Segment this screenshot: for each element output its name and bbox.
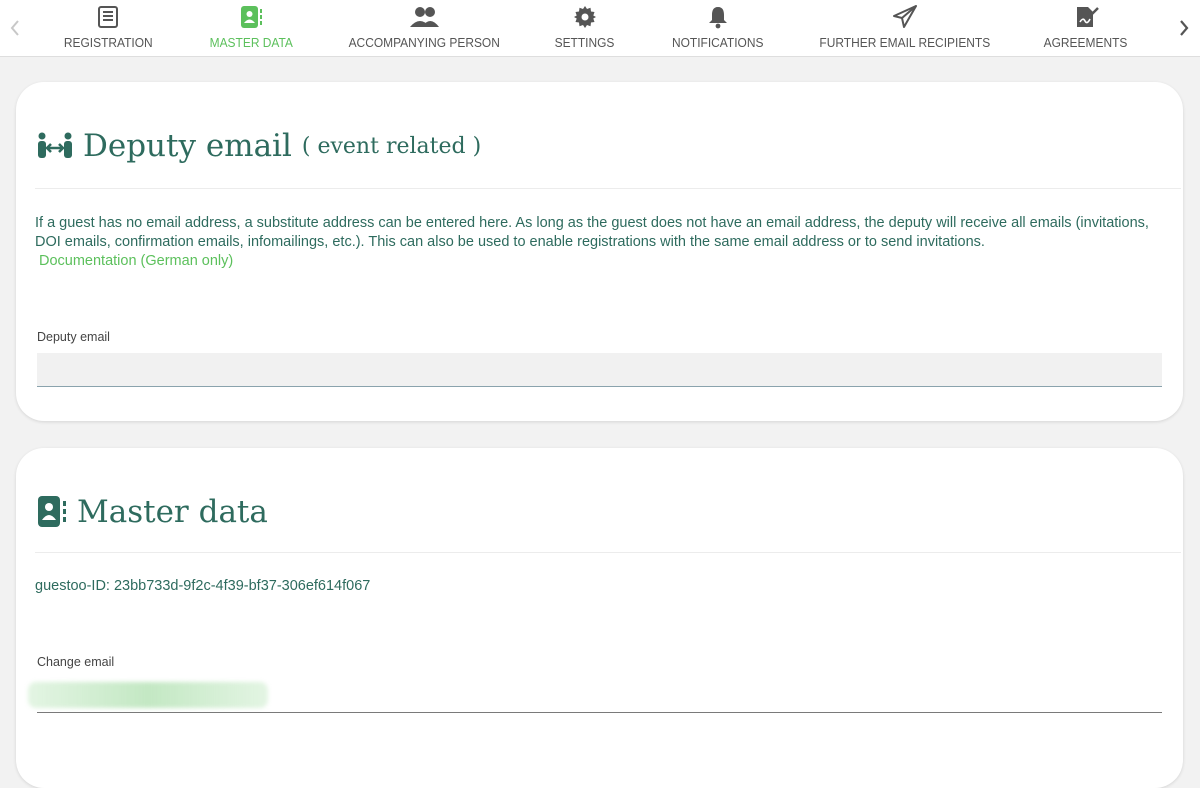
paper-plane-icon xyxy=(892,4,918,30)
change-email-underline xyxy=(37,712,1162,713)
deputy-description-text: If a guest has no email address, a subst… xyxy=(35,215,1149,250)
bell-icon xyxy=(705,4,731,30)
signature-icon xyxy=(1073,4,1099,30)
chevron-right-icon xyxy=(1180,20,1189,36)
deputy-email-card: Deputy email ( event related ) If a gues… xyxy=(16,82,1183,421)
master-data-card-icon xyxy=(38,496,66,527)
master-divider xyxy=(35,552,1181,553)
users-icon xyxy=(408,4,440,30)
tab-registration[interactable]: REGISTRATION xyxy=(60,0,156,56)
tab-notifications[interactable]: NOTIFICATIONS xyxy=(662,0,774,56)
deputy-exchange-icon xyxy=(38,132,72,158)
registration-icon xyxy=(95,4,121,30)
tab-accompanying-person-label: ACCOMPANYING PERSON xyxy=(348,35,500,50)
tab-agreements[interactable]: AGREEMENTS xyxy=(1038,0,1134,56)
tab-master-data[interactable]: MASTER DATA xyxy=(203,0,299,56)
deputy-email-label: Deputy email xyxy=(37,330,110,344)
nav-scroll-left-button[interactable] xyxy=(5,14,25,42)
chevron-left-icon xyxy=(10,20,19,36)
deputy-email-heading: Deputy email ( event related ) xyxy=(36,128,481,164)
master-data-card: Master data guestoo-ID: 23bb733d-9f2c-4f3… xyxy=(16,448,1183,788)
deputy-divider xyxy=(35,188,1181,189)
deputy-email-input[interactable] xyxy=(37,353,1162,387)
deputy-email-subtitle: ( event related ) xyxy=(301,133,482,159)
tab-master-data-label: MASTER DATA xyxy=(209,35,293,50)
change-email-label: Change email xyxy=(37,655,115,669)
tab-accompanying-person[interactable]: ACCOMPANYING PERSON xyxy=(340,0,508,56)
deputy-description: If a guest has no email address, a subst… xyxy=(35,214,1155,271)
guest-id-label: guestoo-ID: xyxy=(35,578,110,594)
guest-id: guestoo-ID: 23bb733d-9f2c-4f39-bf37-306ef… xyxy=(35,578,370,594)
master-data-heading: Master data xyxy=(36,494,268,530)
guest-id-value: 23bb733d-9f2c-4f39-bf37-306ef614f067 xyxy=(113,578,371,594)
tab-further-email-recipients-label: FURTHER EMAIL RECIPIENTS xyxy=(819,35,991,50)
change-email-redacted-value[interactable] xyxy=(28,682,268,708)
tab-registration-label: REGISTRATION xyxy=(63,35,153,50)
tab-settings-label: SETTINGS xyxy=(555,35,615,50)
tab-settings[interactable]: SETTINGS xyxy=(546,0,624,56)
tab-further-email-recipients[interactable]: FURTHER EMAIL RECIPIENTS xyxy=(810,0,1000,56)
nav-scroll-right-button[interactable] xyxy=(1174,14,1194,42)
master-data-icon xyxy=(238,4,264,30)
top-navigation: REGISTRATION MASTER DATA ACCOMPANYING PE… xyxy=(0,0,1200,57)
tab-agreements-label: AGREEMENTS xyxy=(1044,35,1128,50)
gear-icon xyxy=(572,4,598,30)
documentation-link[interactable]: Documentation (German only) xyxy=(39,252,1155,271)
deputy-email-title: Deputy email xyxy=(83,128,292,164)
master-data-title: Master data xyxy=(77,494,268,530)
tab-notifications-label: NOTIFICATIONS xyxy=(672,35,764,50)
